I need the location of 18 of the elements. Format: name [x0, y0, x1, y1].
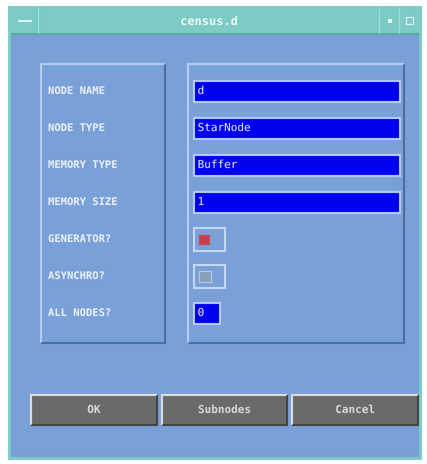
toggle-checkbox[interactable]	[192, 264, 226, 289]
field-label: NODE NAME	[48, 84, 105, 99]
field-label: MEMORY TYPE	[48, 158, 118, 173]
dialog-button[interactable]: Cancel	[291, 394, 420, 426]
field-label: NODE TYPE	[48, 120, 105, 136]
field-label: ALL NODES?	[48, 306, 112, 321]
toggle-checkbox[interactable]	[192, 227, 226, 252]
dialog-button[interactable]: OK	[30, 394, 158, 426]
text-field[interactable]: 1	[192, 191, 401, 214]
window-title: census.d	[179, 13, 239, 30]
text-field[interactable]: StarNode	[192, 117, 401, 140]
text-field[interactable]: Buffer	[192, 154, 401, 177]
field-label: MEMORY SIZE	[48, 194, 118, 210]
text-field[interactable]: 0	[192, 302, 221, 325]
text-field[interactable]: d	[192, 80, 401, 103]
dialog-button[interactable]: Subnodes	[160, 394, 288, 426]
field-label: ASYNCHRO?	[48, 268, 105, 284]
field-label: GENERATOR?	[48, 232, 112, 247]
